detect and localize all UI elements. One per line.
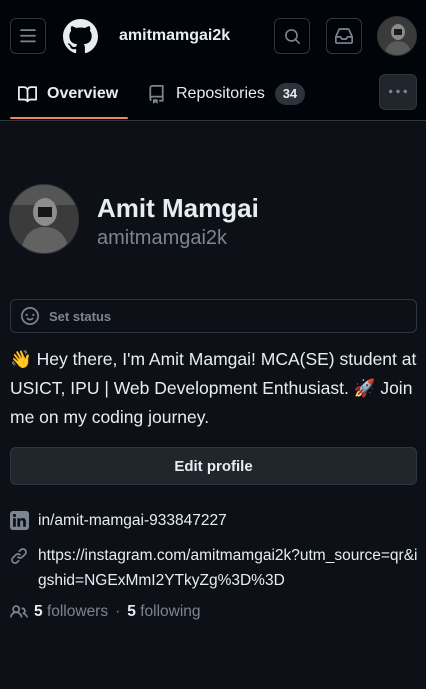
follow-separator: · bbox=[115, 603, 121, 620]
inbox-button[interactable] bbox=[326, 18, 362, 54]
book-icon bbox=[18, 85, 37, 102]
avatar-photo bbox=[378, 17, 416, 55]
linkedin-text: in/amit-mamgai-933847227 bbox=[38, 512, 227, 529]
app-header: amitmamgai2k Overview Repositories 34 bbox=[0, 0, 426, 121]
linkedin-link[interactable]: in/amit-mamgai-933847227 bbox=[10, 508, 227, 533]
inbox-icon bbox=[335, 28, 353, 44]
profile-login: amitmamgai2k bbox=[97, 227, 228, 249]
repo-icon bbox=[149, 84, 164, 104]
edit-profile-button[interactable]: Edit profile bbox=[10, 447, 417, 485]
website-text: https://instagram.com/amitmamgai2k?utm_s… bbox=[38, 547, 418, 589]
profile-main: Amit Mamgai amitmamgai2k Set status 👋 He… bbox=[0, 121, 426, 689]
kebab-horizontal-icon bbox=[389, 89, 407, 94]
menu-button[interactable] bbox=[10, 18, 46, 54]
following-link[interactable]: 5 following bbox=[127, 603, 200, 621]
more-tabs-button[interactable] bbox=[379, 74, 417, 110]
header-username[interactable]: amitmamgai2k bbox=[119, 27, 230, 45]
hamburger-icon bbox=[20, 29, 36, 43]
search-icon bbox=[284, 28, 300, 44]
tab-repositories[interactable]: Repositories 34 bbox=[147, 74, 305, 114]
search-button[interactable] bbox=[274, 18, 310, 54]
user-avatar[interactable] bbox=[377, 16, 417, 56]
followers-row: 5 followers · 5 following bbox=[10, 603, 201, 621]
repositories-count-badge: 34 bbox=[274, 83, 305, 105]
tab-overview-label: Overview bbox=[47, 85, 119, 102]
profile-bio: 👋 Hey there, I'm Amit Mamgai! MCA(SE) st… bbox=[10, 349, 417, 427]
set-status-label: Set status bbox=[49, 308, 112, 324]
followers-label: followers bbox=[46, 603, 109, 620]
set-status-button[interactable]: Set status bbox=[10, 299, 417, 333]
followers-link[interactable]: 5 followers bbox=[34, 603, 108, 621]
followers-count: 5 bbox=[34, 603, 43, 620]
github-logo-icon[interactable] bbox=[63, 19, 98, 54]
smiley-icon bbox=[21, 307, 39, 325]
selected-tab-underline bbox=[10, 117, 128, 119]
profile-avatar-photo bbox=[10, 185, 78, 253]
link-icon bbox=[11, 547, 27, 564]
linkedin-icon bbox=[10, 511, 29, 530]
website-link[interactable]: https://instagram.com/amitmamgai2k?utm_s… bbox=[10, 543, 420, 593]
tab-overview[interactable]: Overview bbox=[18, 74, 118, 114]
profile-name: Amit Mamgai bbox=[97, 193, 259, 223]
people-icon bbox=[10, 605, 28, 618]
following-label: following bbox=[140, 603, 201, 620]
tab-repositories-label: Repositories bbox=[176, 85, 265, 102]
following-count: 5 bbox=[127, 603, 136, 620]
profile-avatar[interactable] bbox=[9, 184, 79, 254]
